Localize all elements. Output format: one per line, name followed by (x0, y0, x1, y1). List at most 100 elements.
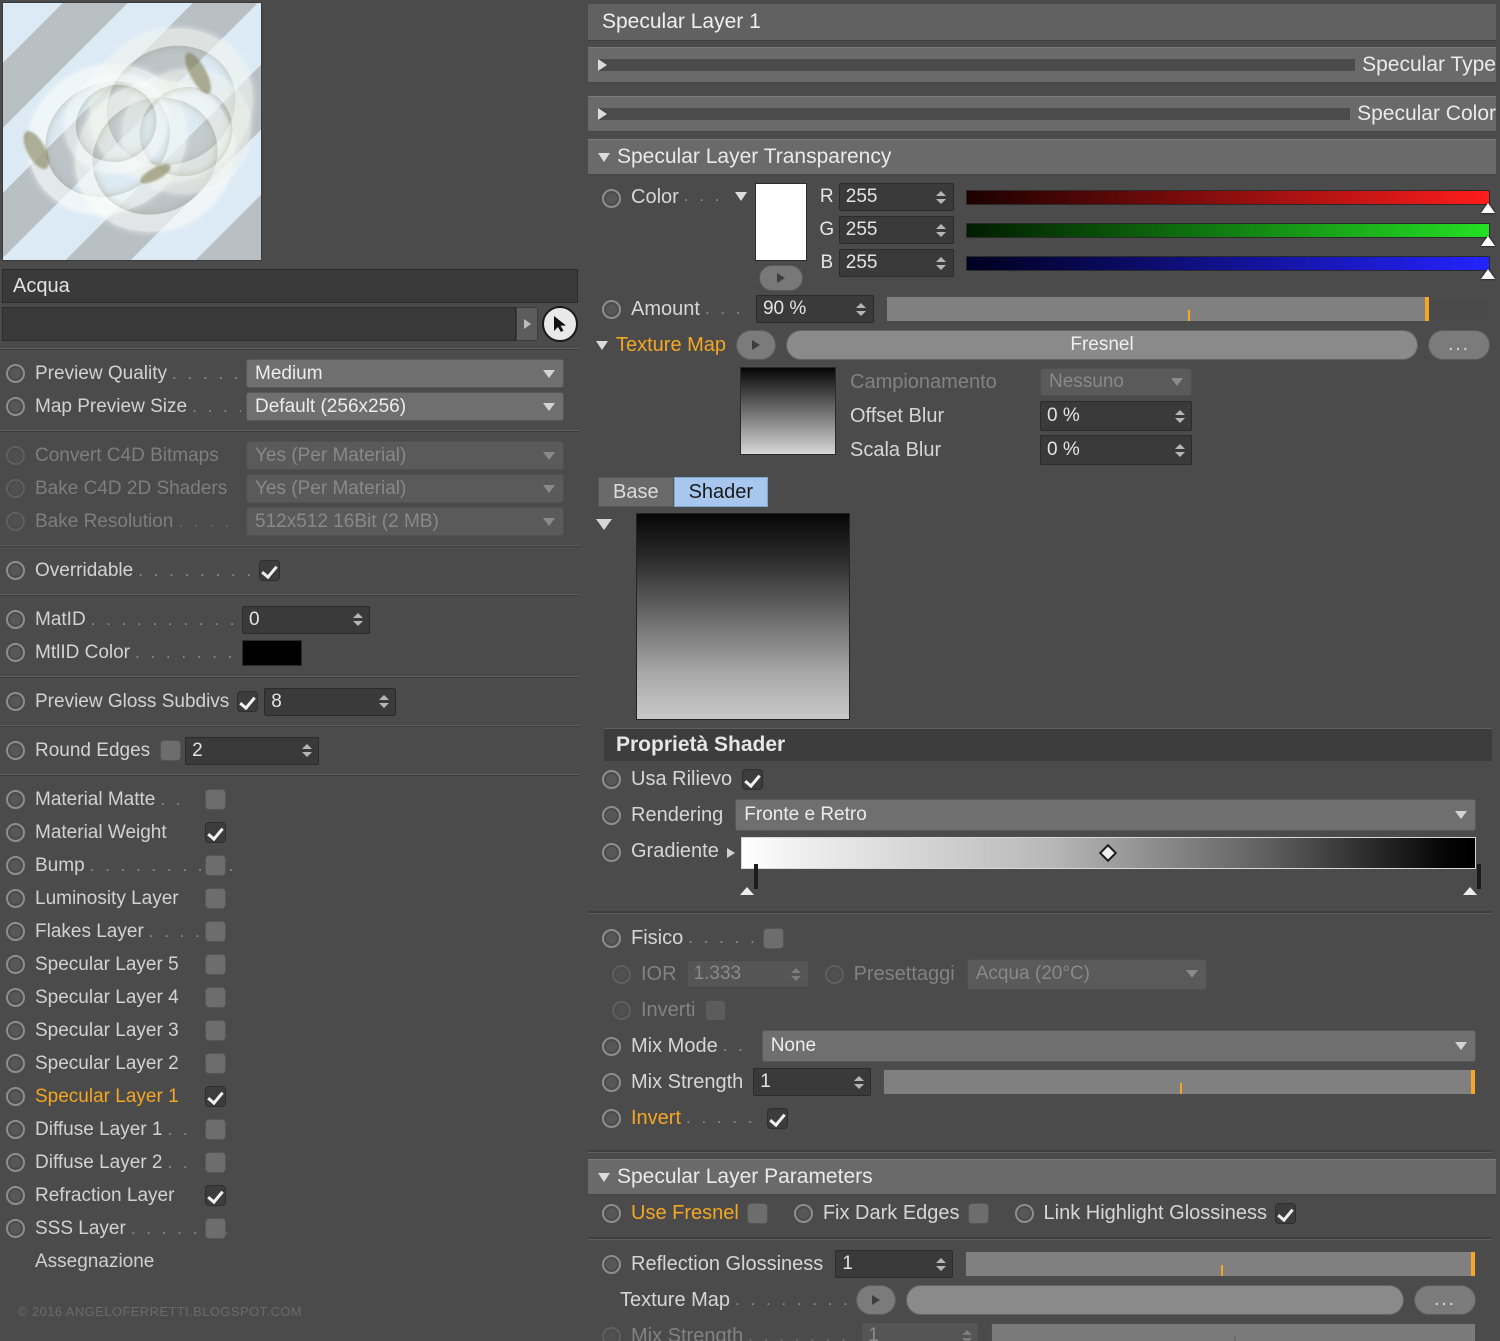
amount-slider-handle[interactable] (1424, 297, 1429, 321)
anim-track-icon[interactable] (6, 397, 25, 416)
anim-track-icon[interactable] (1014, 1203, 1034, 1223)
anim-track-icon[interactable] (6, 1087, 25, 1106)
anim-track-icon[interactable] (6, 889, 25, 908)
anim-track-icon[interactable] (602, 805, 621, 825)
mtlid-color-swatch[interactable] (242, 639, 302, 666)
layer-checkbox[interactable] (205, 888, 226, 909)
stepper-icon[interactable] (352, 610, 363, 630)
layer-row-flakes-layer[interactable]: Flakes Layer. . . . (0, 915, 580, 948)
anim-track-icon[interactable] (6, 512, 25, 531)
layer-row-material-matte[interactable]: Material Matte. . (0, 783, 580, 816)
green-slider-knob[interactable] (1481, 235, 1495, 246)
anim-track-icon[interactable] (602, 1203, 621, 1223)
layer-row-material-weight[interactable]: Material Weight (0, 816, 580, 849)
layer-checkbox[interactable] (205, 1119, 226, 1140)
stepper-icon[interactable] (791, 964, 802, 984)
anim-track-icon[interactable] (6, 922, 25, 941)
anim-track-icon[interactable] (6, 364, 25, 383)
ior-input[interactable]: 1.333 (686, 960, 809, 988)
texture-preview-thumbnail[interactable] (740, 367, 836, 455)
anim-track-icon[interactable] (6, 561, 25, 580)
group-specular-layer-parameters[interactable]: Specular Layer Parameters (588, 1159, 1496, 1195)
material-link-field[interactable] (2, 307, 516, 341)
row-overridable[interactable]: Overridable . . . . . . . . . (0, 554, 580, 587)
layer-checkbox[interactable] (205, 1086, 226, 1107)
anim-track-icon[interactable] (6, 479, 25, 498)
anim-track-icon[interactable] (602, 769, 621, 789)
param-texture-map-arrow-button[interactable] (856, 1285, 897, 1315)
mix-strength-slider[interactable] (883, 1069, 1476, 1095)
layer-row-diffuse-layer-2[interactable]: Diffuse Layer 2. . (0, 1146, 580, 1179)
mix-strength-input[interactable]: 1 (753, 1068, 872, 1096)
stepper-icon[interactable] (936, 253, 947, 273)
layer-row-luminosity-layer[interactable]: Luminosity Layer (0, 882, 580, 915)
blue-slider[interactable] (965, 255, 1495, 279)
reflection-glossiness-slider-handle[interactable] (1471, 1252, 1475, 1276)
prop-input[interactable]: 0 % (1040, 435, 1192, 465)
color-mode-chevron-icon[interactable] (734, 192, 747, 201)
gradient-stop-handle[interactable] (1463, 864, 1481, 895)
green-slider[interactable] (965, 222, 1495, 246)
fisico-checkbox[interactable] (763, 927, 785, 949)
red-input[interactable]: 255 (838, 183, 954, 211)
anim-track-icon[interactable] (602, 1072, 621, 1092)
anim-track-icon[interactable] (602, 1254, 621, 1274)
matid-input[interactable]: 0 (242, 605, 370, 634)
layer-checkbox[interactable] (205, 1152, 226, 1173)
material-preview-thumbnail[interactable] (2, 2, 262, 261)
group-specular-type[interactable]: Specular Type (588, 47, 1496, 83)
layer-checkbox[interactable] (205, 822, 226, 843)
anim-track-icon[interactable] (612, 964, 631, 984)
setting-dropdown[interactable]: Medium (246, 359, 564, 388)
red-slider[interactable] (965, 189, 1495, 213)
anim-track-icon[interactable] (6, 955, 25, 974)
layer-checkbox[interactable] (205, 1218, 226, 1239)
invert-checkbox[interactable] (767, 1107, 789, 1129)
layer-checkbox[interactable] (205, 1053, 226, 1074)
reflection-glossiness-input[interactable]: 1 (835, 1250, 954, 1278)
reflection-glossiness-slider[interactable] (965, 1251, 1476, 1277)
stepper-icon[interactable] (1174, 406, 1185, 426)
shader-preview-thumbnail[interactable] (636, 513, 850, 720)
stepper-icon[interactable] (936, 220, 947, 240)
anim-track-icon[interactable] (6, 1120, 25, 1139)
layer-checkbox[interactable] (205, 855, 226, 876)
group-specular-layer-transparency[interactable]: Specular Layer Transparency (588, 139, 1496, 175)
param-texture-map-field[interactable] (906, 1285, 1404, 1315)
anim-track-icon[interactable] (602, 1326, 621, 1341)
green-input[interactable]: 255 (838, 216, 954, 244)
row-matid[interactable]: MatID . . . . . . . . . . . . . 0 (0, 603, 580, 636)
anim-track-icon[interactable] (6, 643, 25, 662)
anim-track-icon[interactable] (6, 823, 25, 842)
layer-checkbox[interactable] (205, 954, 226, 975)
color-expand-button[interactable] (758, 265, 803, 291)
anim-track-icon[interactable] (6, 1054, 25, 1073)
texture-map-field[interactable]: Fresnel (786, 330, 1418, 360)
setting-dropdown[interactable]: Yes (Per Material) (246, 441, 564, 470)
anim-track-icon[interactable] (6, 692, 25, 711)
material-name-field[interactable]: Acqua (2, 269, 578, 303)
layer-checkbox[interactable] (205, 921, 226, 942)
color-swatch[interactable] (754, 183, 807, 261)
layer-row-specular-layer-1[interactable]: Specular Layer 1 (0, 1080, 580, 1113)
prop-dropdown[interactable]: Nessuno (1040, 368, 1192, 396)
stepper-icon[interactable] (1174, 440, 1185, 460)
row-preview-gloss-subdivs[interactable]: Preview Gloss Subdivs 8 (0, 685, 580, 718)
anim-track-icon[interactable] (6, 856, 25, 875)
preview-gloss-subdivs-input[interactable]: 8 (264, 687, 397, 716)
texture-map-arrow-button[interactable] (736, 330, 777, 360)
stepper-icon[interactable] (378, 692, 389, 712)
stepper-icon[interactable] (856, 299, 867, 319)
inverti-checkbox[interactable] (705, 999, 727, 1021)
usa-rilievo-checkbox[interactable] (742, 768, 764, 790)
link-highlight-glossiness-checkbox[interactable] (1274, 1202, 1296, 1224)
gradiente-expand-icon[interactable] (726, 848, 735, 858)
anim-track-icon[interactable] (793, 1203, 813, 1223)
tab-base[interactable]: Base (598, 477, 674, 507)
param-mix-strength-slider[interactable] (991, 1323, 1476, 1341)
assegnazione-label[interactable]: Assegnazione (0, 1245, 580, 1279)
layer-row-specular-layer-4[interactable]: Specular Layer 4 (0, 981, 580, 1014)
mix-strength-slider-handle[interactable] (1471, 1070, 1475, 1094)
blue-slider-knob[interactable] (1481, 268, 1495, 279)
anim-track-icon[interactable] (824, 964, 844, 984)
